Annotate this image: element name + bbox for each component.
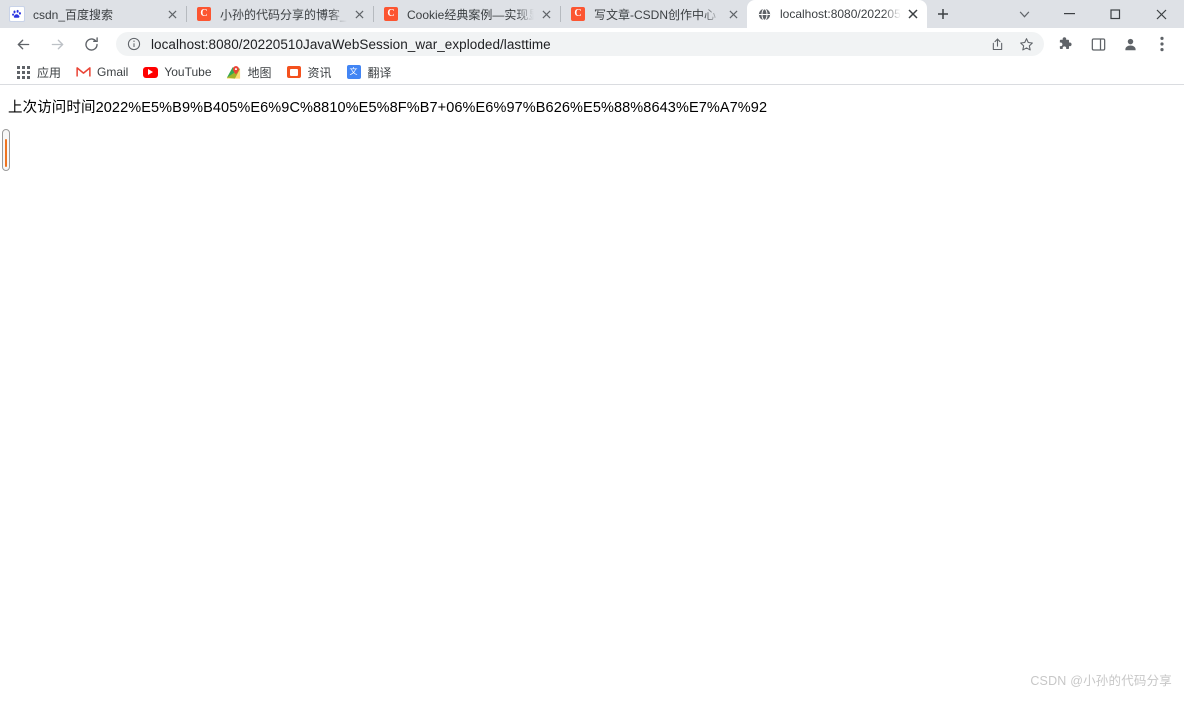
bookmark-label: YouTube (164, 65, 212, 79)
csdn-icon: C (570, 6, 586, 22)
tab-search-chevron-down-icon[interactable] (1002, 0, 1046, 28)
page-viewport: 上次访问时间2022%E5%B9%B405%E6%9C%8810%E5%8F%B… (0, 85, 1184, 701)
tab-cookie-case[interactable]: C Cookie经典案例—实现显示用户 (374, 0, 560, 28)
baidu-paw-icon (9, 6, 25, 22)
bookmark-label: Gmail (97, 65, 129, 79)
forward-button[interactable] (43, 30, 71, 58)
csdn-icon: C (383, 6, 399, 22)
bookmark-label: 应用 (37, 65, 62, 80)
browser-menu-button[interactable] (1149, 31, 1175, 57)
browser-window: csdn_百度搜索 C 小孙的代码分享的博客_CSDN博 (0, 0, 1184, 701)
tab-title: Cookie经典案例—实现显示用户 (407, 7, 534, 22)
tab-csdn-write[interactable]: C 写文章-CSDN创作中心 (561, 0, 747, 28)
tab-localhost-lasttime[interactable]: localhost:8080/20220510JavaW (747, 0, 927, 28)
tab-list: csdn_百度搜索 C 小孙的代码分享的博客_CSDN博 (0, 0, 957, 28)
bookmark-gmail[interactable]: Gmail (68, 62, 135, 82)
tab-close-icon[interactable] (351, 6, 367, 22)
globe-icon (756, 6, 772, 22)
thermometer-widget (2, 129, 10, 171)
tab-close-icon[interactable] (538, 6, 554, 22)
tab-csdn-blog[interactable]: C 小孙的代码分享的博客_CSDN博 (187, 0, 373, 28)
youtube-icon (142, 64, 158, 80)
browser-toolbar: localhost:8080/20220510JavaWebSession_wa… (0, 28, 1184, 60)
reload-button[interactable] (77, 30, 105, 58)
bookmark-translate[interactable]: 文 翻译 (339, 62, 399, 82)
tab-strip: csdn_百度搜索 C 小孙的代码分享的博客_CSDN博 (0, 0, 1184, 28)
bookmark-label: 翻译 (367, 65, 392, 80)
tab-title: csdn_百度搜索 (33, 7, 114, 22)
csdn-icon: C (196, 6, 212, 22)
close-window-button[interactable] (1138, 0, 1184, 28)
profile-avatar-icon[interactable] (1117, 31, 1143, 57)
bookmark-label: 资讯 (307, 65, 332, 80)
bookmark-apps[interactable]: 应用 (8, 62, 68, 82)
gmail-icon (75, 64, 91, 80)
omnibox-actions (980, 37, 1034, 52)
thermometer-fill (5, 139, 7, 167)
tab-close-icon[interactable] (905, 6, 921, 22)
tab-title: 小孙的代码分享的博客_CSDN博 (220, 7, 347, 22)
share-icon[interactable] (990, 37, 1005, 52)
news-icon (286, 64, 302, 80)
back-button[interactable] (9, 30, 37, 58)
maps-pin-icon (226, 64, 242, 80)
address-bar[interactable]: localhost:8080/20220510JavaWebSession_wa… (116, 32, 1044, 56)
window-controls (1002, 0, 1184, 28)
tab-title: localhost:8080/20220510JavaW (780, 7, 901, 21)
bookmark-youtube[interactable]: YouTube (135, 62, 218, 82)
site-info-icon[interactable] (126, 36, 142, 52)
tab-title: 写文章-CSDN创作中心 (594, 7, 716, 22)
minimize-button[interactable] (1046, 0, 1092, 28)
tab-close-icon[interactable] (725, 6, 741, 22)
bookmark-maps[interactable]: 地图 (219, 62, 279, 82)
bookmark-news[interactable]: 资讯 (279, 62, 339, 82)
new-tab-button[interactable] (929, 0, 957, 28)
side-panel-icon[interactable] (1085, 31, 1111, 57)
tab-close-icon[interactable] (164, 6, 180, 22)
tab-csdn-baidu-search[interactable]: csdn_百度搜索 (0, 0, 186, 28)
bookmark-label: 地图 (247, 65, 272, 80)
maximize-button[interactable] (1092, 0, 1138, 28)
bookmark-star-icon[interactable] (1019, 37, 1034, 52)
last-visit-time-text: 上次访问时间2022%E5%B9%B405%E6%9C%8810%E5%8F%B… (8, 100, 768, 116)
bookmarks-bar: 应用 Gmail YouTube 地图 资讯 文 翻译 (0, 60, 1184, 85)
translate-icon: 文 (346, 64, 362, 80)
csdn-watermark: CSDN @小孙的代码分享 (1030, 674, 1172, 688)
extensions-puzzle-icon[interactable] (1053, 31, 1079, 57)
url-text: localhost:8080/20220510JavaWebSession_wa… (151, 36, 551, 52)
apps-grid-icon (15, 64, 31, 80)
